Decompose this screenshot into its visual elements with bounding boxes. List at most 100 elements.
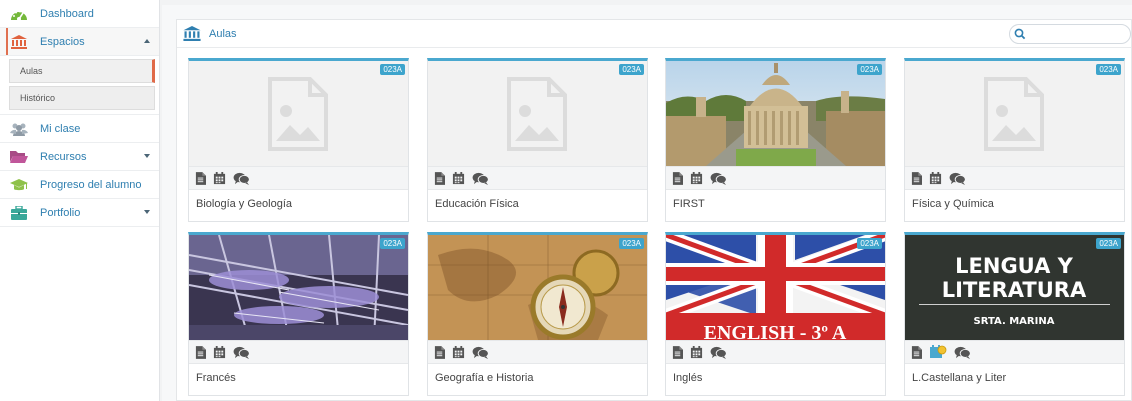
card-image-oxford: [666, 61, 885, 166]
search-box: [1009, 24, 1131, 44]
chat-icon[interactable]: [472, 346, 489, 359]
card-toolbar: [666, 340, 885, 364]
document-icon[interactable]: [672, 172, 683, 185]
dashboard-gauge-icon: [10, 7, 28, 21]
card-title[interactable]: Francés: [196, 372, 401, 384]
sidebar-item-portfolio[interactable]: Portfolio: [0, 199, 159, 227]
card-image-compass-map: [428, 235, 647, 340]
document-icon[interactable]: [195, 172, 206, 185]
users-icon: [10, 122, 28, 136]
chat-icon[interactable]: [233, 172, 250, 185]
room-badge: 023A: [619, 238, 644, 249]
classroom-card[interactable]: ENGLISH - 3º A 023A Inglés: [665, 232, 886, 396]
briefcase-icon: [10, 205, 28, 220]
page-title: Aulas: [209, 27, 237, 40]
document-icon[interactable]: [195, 346, 206, 359]
calendar-icon[interactable]: [213, 172, 226, 185]
sidebar-item-recursos[interactable]: Recursos: [0, 143, 159, 171]
card-title[interactable]: L.Castellana y Liter: [912, 372, 1117, 384]
sidebar-item-label: Progreso del alumno: [40, 178, 142, 191]
sidebar-item-progreso[interactable]: Progreso del alumno: [0, 171, 159, 199]
folder-open-icon: [10, 150, 28, 164]
card-toolbar: [189, 166, 408, 190]
aulas-panel: Aulas 023A Biología y Geología 023A Educ…: [176, 19, 1132, 401]
room-badge: 023A: [857, 238, 882, 249]
card-toolbar: [189, 340, 408, 364]
room-badge: 023A: [857, 64, 882, 75]
room-badge: 023A: [1096, 64, 1121, 75]
card-toolbar: [905, 340, 1124, 364]
card-toolbar: [666, 166, 885, 190]
sidebar-item-label: Dashboard: [40, 7, 94, 20]
sidebar-item-label: Portfolio: [40, 206, 81, 219]
card-title[interactable]: Educación Física: [435, 198, 640, 210]
chevron-down-icon[interactable]: [144, 210, 150, 214]
card-image-steel-structure: [189, 235, 408, 340]
institution-icon: [10, 34, 28, 49]
graduation-cap-icon: [10, 178, 28, 192]
sidebar-subitem-aulas[interactable]: Aulas: [9, 59, 155, 83]
classroom-card[interactable]: 023A Física y Química: [904, 58, 1125, 222]
calendar-icon[interactable]: [929, 172, 942, 185]
room-badge: 023A: [380, 64, 405, 75]
chat-icon[interactable]: [233, 346, 250, 359]
calendar-icon[interactable]: [690, 172, 703, 185]
institution-icon: [183, 26, 201, 41]
card-title[interactable]: FIRST: [673, 198, 878, 210]
chevron-down-icon[interactable]: [144, 154, 150, 158]
card-toolbar: [428, 166, 647, 190]
classroom-card[interactable]: 023A Educación Física: [427, 58, 648, 222]
card-toolbar: [428, 340, 647, 364]
calendar-icon[interactable]: [213, 346, 226, 359]
sidebar-item-espacios[interactable]: Espacios: [0, 28, 159, 56]
calendar-event-icon[interactable]: [929, 345, 947, 359]
classroom-card[interactable]: 023A Biología y Geología: [188, 58, 409, 222]
card-image-placeholder: [189, 61, 408, 166]
room-badge: 023A: [619, 64, 644, 75]
card-title[interactable]: Geografía e Historia: [435, 372, 640, 384]
room-badge: 023A: [380, 238, 405, 249]
document-icon[interactable]: [434, 172, 445, 185]
sidebar-item-mi-clase[interactable]: Mi clase: [0, 115, 159, 143]
card-image-text-line2: LITERATURA: [942, 278, 1087, 302]
card-image-placeholder: [428, 61, 647, 166]
card-title[interactable]: Inglés: [673, 372, 878, 384]
espacios-submenu: Aulas Histórico: [0, 59, 159, 115]
classroom-card[interactable]: LENGUA Y LITERATURA SRTA. MARINA 023A L.…: [904, 232, 1125, 396]
classroom-card[interactable]: 023A Francés: [188, 232, 409, 396]
document-icon[interactable]: [672, 346, 683, 359]
sidebar-item-label: Espacios: [40, 35, 85, 48]
chat-icon[interactable]: [949, 172, 966, 185]
chat-icon[interactable]: [710, 172, 727, 185]
sidebar-item-label: Recursos: [40, 150, 87, 163]
chat-icon[interactable]: [710, 346, 727, 359]
classroom-card[interactable]: 023A Geografía e Historia: [427, 232, 648, 396]
sidebar-item-dashboard[interactable]: Dashboard: [0, 0, 159, 28]
chat-icon[interactable]: [954, 346, 971, 359]
card-image-chalkboard: LENGUA Y LITERATURA SRTA. MARINA: [905, 235, 1124, 340]
sidebar: Dashboard Espacios Aulas Histórico Mi cl…: [0, 0, 160, 401]
card-toolbar: [905, 166, 1124, 190]
card-image-union-jack: ENGLISH - 3º A: [666, 235, 885, 340]
panel-header: Aulas: [177, 20, 1131, 48]
calendar-icon[interactable]: [452, 346, 465, 359]
search-icon[interactable]: [1010, 25, 1030, 43]
document-icon[interactable]: [911, 346, 922, 359]
card-image-text-line3: SRTA. MARINA: [974, 316, 1055, 327]
chevron-up-icon[interactable]: [144, 39, 150, 43]
document-icon[interactable]: [434, 346, 445, 359]
main-content: Aulas 023A Biología y Geología 023A Educ…: [162, 5, 1132, 401]
card-image-placeholder: [905, 61, 1124, 166]
card-image-text-line1: LENGUA Y: [955, 254, 1074, 278]
card-title[interactable]: Biología y Geología: [196, 198, 401, 210]
classroom-card[interactable]: 023A FIRST: [665, 58, 886, 222]
document-icon[interactable]: [911, 172, 922, 185]
card-image-caption: ENGLISH - 3º A: [704, 322, 847, 340]
search-input[interactable]: [1030, 26, 1122, 42]
sidebar-subitem-historico[interactable]: Histórico: [9, 86, 155, 110]
calendar-icon[interactable]: [452, 172, 465, 185]
room-badge: 023A: [1096, 238, 1121, 249]
card-title[interactable]: Física y Química: [912, 198, 1117, 210]
calendar-icon[interactable]: [690, 346, 703, 359]
chat-icon[interactable]: [472, 172, 489, 185]
